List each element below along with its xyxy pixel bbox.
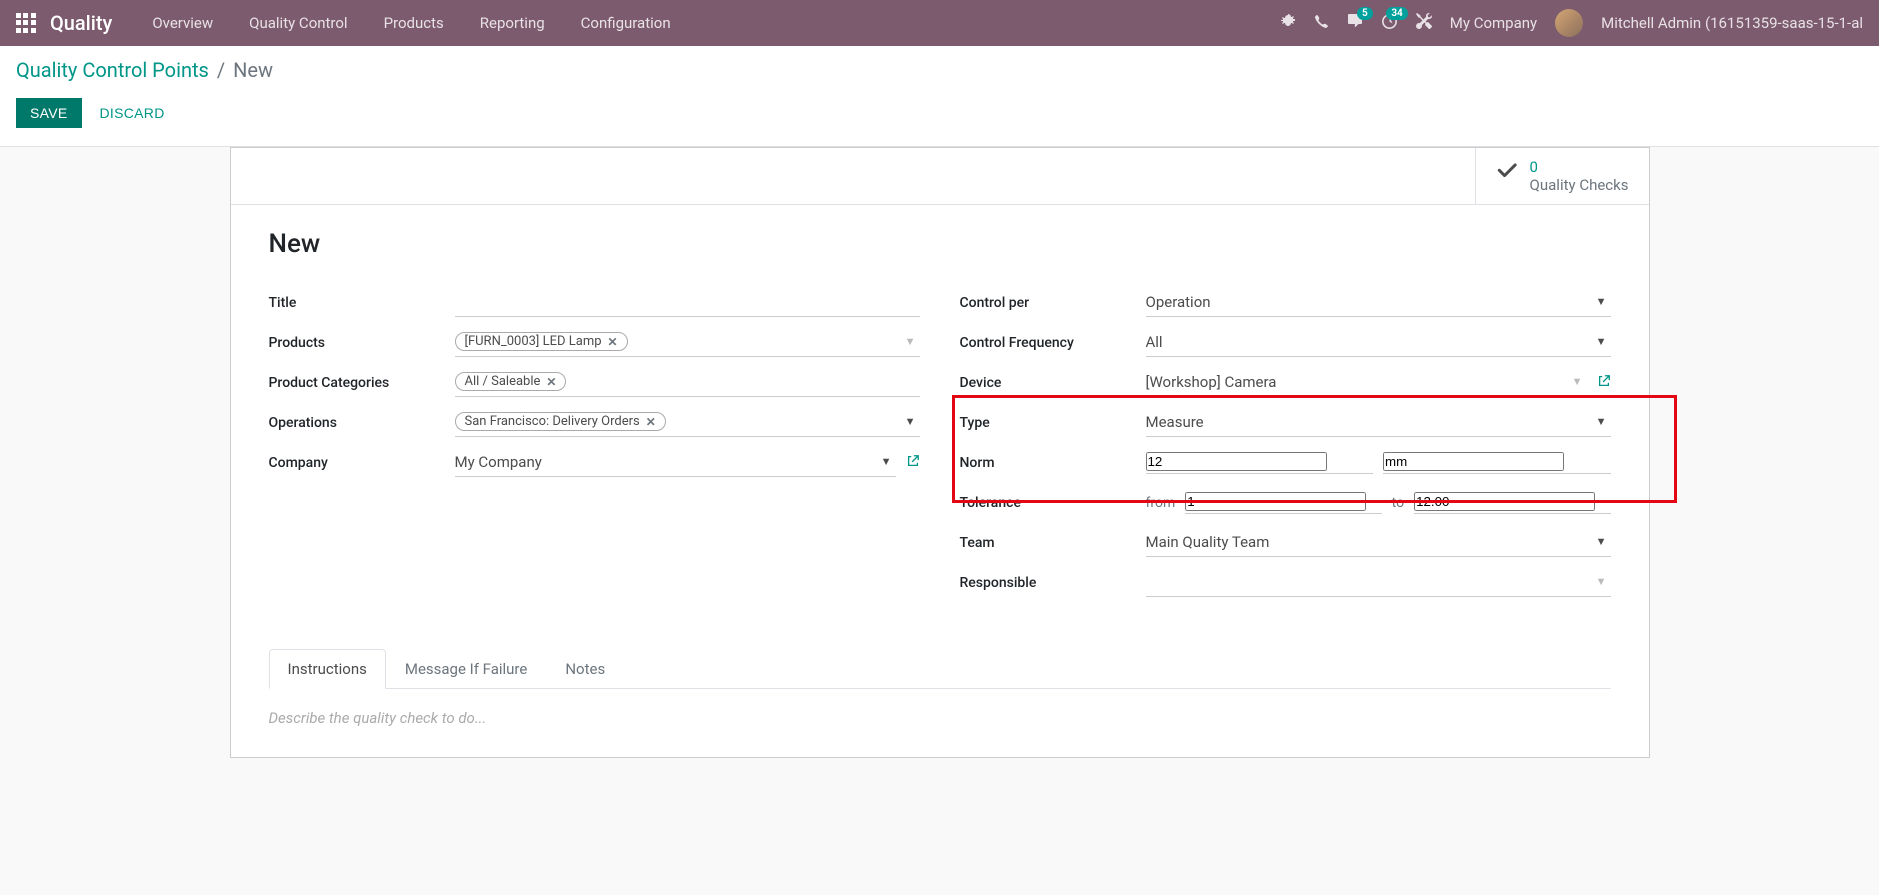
operations-dropdown-caret[interactable]: ▼ — [905, 415, 916, 428]
bug-icon[interactable] — [1280, 13, 1296, 33]
label-team: Team — [960, 535, 1146, 551]
responsible-field[interactable]: ▼ — [1146, 569, 1611, 597]
product-tag: [FURN_0003] LED Lamp ✕ — [455, 332, 628, 351]
control-per-dropdown-caret[interactable]: ▼ — [1596, 295, 1607, 308]
tolerance-to-input[interactable] — [1414, 492, 1595, 511]
norm-unit-input[interactable] — [1383, 452, 1564, 471]
control-per-field[interactable]: Operation ▼ — [1146, 289, 1611, 317]
apps-icon[interactable] — [16, 13, 36, 33]
tab-content-instructions[interactable]: Describe the quality check to do... — [269, 689, 1611, 747]
label-control-frequency: Control Frequency — [960, 335, 1146, 351]
phone-icon[interactable] — [1314, 14, 1329, 33]
device-field[interactable]: [Workshop] Camera ▼ — [1146, 369, 1587, 397]
save-button[interactable]: SAVE — [16, 98, 82, 128]
tab-message-if-failure[interactable]: Message If Failure — [386, 649, 546, 689]
check-icon — [1496, 161, 1520, 191]
menu-reporting[interactable]: Reporting — [480, 14, 545, 32]
activities-icon[interactable]: 34 — [1381, 13, 1398, 34]
norm-value-field[interactable] — [1146, 452, 1374, 474]
form-sheet: 0 Quality Checks New Title Products — [230, 147, 1650, 758]
category-tag: All / Saleable ✕ — [455, 372, 567, 391]
breadcrumb-separator: / — [217, 58, 225, 82]
form-title: New — [269, 229, 1611, 259]
team-field[interactable]: Main Quality Team ▼ — [1146, 529, 1611, 557]
products-dropdown-caret[interactable]: ▼ — [905, 335, 916, 348]
instructions-placeholder: Describe the quality check to do... — [269, 709, 487, 727]
norm-unit-field[interactable] — [1383, 452, 1611, 474]
device-dropdown-caret[interactable]: ▼ — [1572, 375, 1583, 388]
company-external-link-icon[interactable] — [906, 454, 920, 472]
discard-button[interactable]: DISCARD — [86, 98, 179, 128]
tabs: Instructions Message If Failure Notes — [269, 649, 1611, 689]
stat-value: 0 — [1530, 158, 1629, 176]
control-frequency-field[interactable]: All ▼ — [1146, 329, 1611, 357]
tolerance-from-label: from — [1146, 495, 1176, 511]
menu-overview[interactable]: Overview — [152, 14, 213, 32]
tab-notes[interactable]: Notes — [546, 649, 624, 689]
user-avatar[interactable] — [1555, 9, 1583, 37]
remove-category-tag[interactable]: ✕ — [546, 375, 556, 389]
device-external-link-icon[interactable] — [1597, 374, 1611, 392]
responsible-dropdown-caret[interactable]: ▼ — [1596, 575, 1607, 588]
breadcrumb: Quality Control Points / New — [16, 58, 1863, 82]
label-products: Products — [269, 335, 455, 351]
company-selector[interactable]: My Company — [1450, 14, 1537, 32]
operation-tag: San Francisco: Delivery Orders ✕ — [455, 412, 666, 431]
remove-product-tag[interactable]: ✕ — [608, 335, 618, 349]
type-field[interactable]: Measure ▼ — [1146, 409, 1611, 437]
norm-value-input[interactable] — [1146, 452, 1327, 471]
stat-label: Quality Checks — [1530, 176, 1629, 194]
label-responsible: Responsible — [960, 575, 1146, 591]
label-norm: Norm — [960, 455, 1146, 471]
type-dropdown-caret[interactable]: ▼ — [1596, 415, 1607, 428]
quality-checks-stat-button[interactable]: 0 Quality Checks — [1475, 148, 1649, 204]
label-tolerance: Tolerance — [960, 495, 1146, 511]
company-field[interactable]: My Company ▼ — [455, 449, 896, 477]
tolerance-to-label: to — [1392, 495, 1404, 511]
operations-field[interactable]: San Francisco: Delivery Orders ✕ ▼ — [455, 409, 920, 437]
label-control-per: Control per — [960, 295, 1146, 311]
menu-products[interactable]: Products — [384, 14, 444, 32]
title-field[interactable] — [455, 289, 920, 317]
team-dropdown-caret[interactable]: ▼ — [1596, 535, 1607, 548]
tolerance-from-input[interactable] — [1185, 492, 1366, 511]
tab-instructions[interactable]: Instructions — [269, 649, 386, 689]
breadcrumb-parent[interactable]: Quality Control Points — [16, 58, 209, 82]
menu-configuration[interactable]: Configuration — [581, 14, 671, 32]
product-categories-field[interactable]: All / Saleable ✕ — [455, 369, 920, 397]
control-frequency-dropdown-caret[interactable]: ▼ — [1596, 335, 1607, 348]
label-device: Device — [960, 375, 1146, 391]
products-field[interactable]: [FURN_0003] LED Lamp ✕ ▼ — [455, 329, 920, 357]
menu-quality-control[interactable]: Quality Control — [249, 14, 347, 32]
app-brand[interactable]: Quality — [50, 11, 112, 35]
breadcrumb-current: New — [233, 58, 273, 82]
top-navbar: Quality Overview Quality Control Product… — [0, 0, 1879, 46]
stat-button-box: 0 Quality Checks — [231, 148, 1649, 205]
user-menu[interactable]: Mitchell Admin (16151359-saas-15-1-al — [1601, 14, 1863, 32]
remove-operation-tag[interactable]: ✕ — [646, 415, 656, 429]
control-panel: Quality Control Points / New SAVE DISCAR… — [0, 46, 1879, 147]
tools-icon[interactable] — [1416, 13, 1432, 33]
label-operations: Operations — [269, 415, 455, 431]
label-type: Type — [960, 415, 1146, 431]
label-product-categories: Product Categories — [269, 375, 455, 391]
activities-badge: 34 — [1386, 7, 1407, 20]
main-menu: Overview Quality Control Products Report… — [152, 14, 1279, 32]
messages-badge: 5 — [1357, 7, 1373, 20]
tolerance-to-field[interactable] — [1414, 492, 1610, 514]
company-dropdown-caret[interactable]: ▼ — [881, 455, 892, 468]
messages-icon[interactable]: 5 — [1347, 13, 1363, 33]
label-title: Title — [269, 295, 455, 311]
label-company: Company — [269, 455, 455, 471]
tolerance-from-field[interactable] — [1185, 492, 1381, 514]
